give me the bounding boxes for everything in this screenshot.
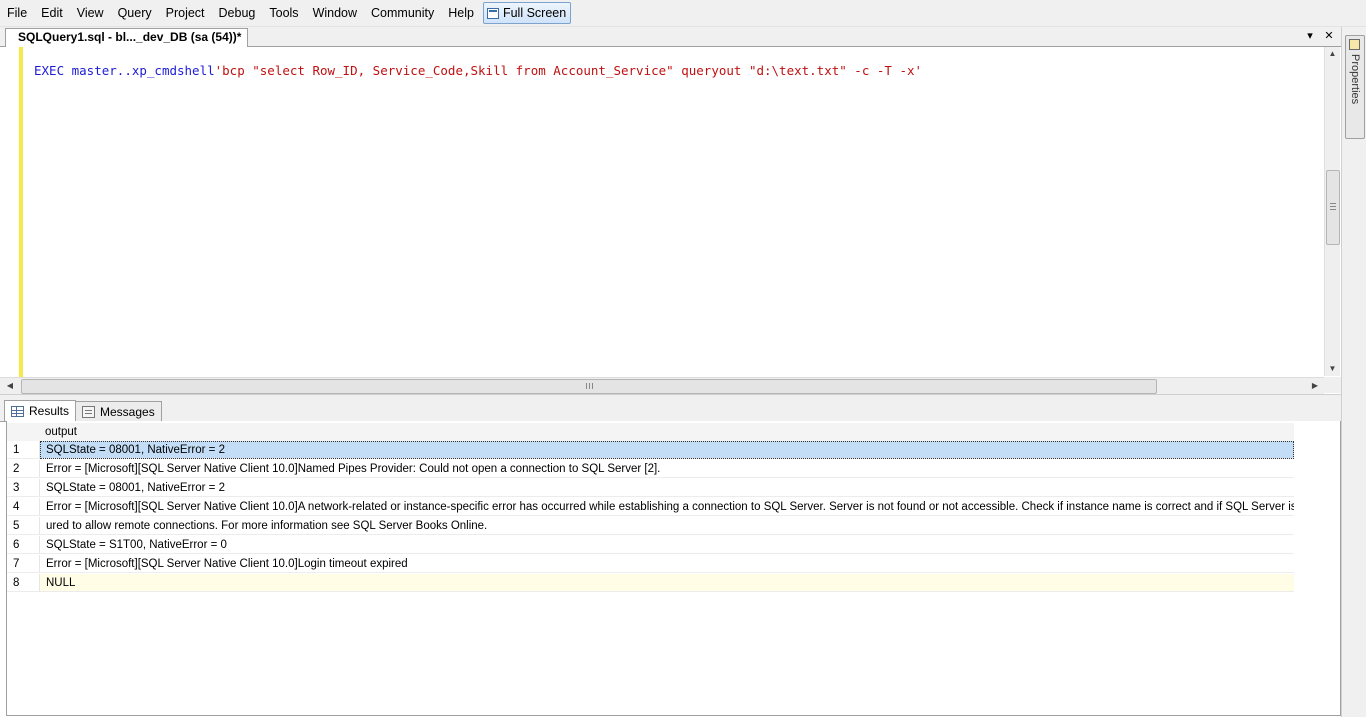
full-screen-button[interactable]: Full Screen — [482, 2, 572, 24]
menu-help[interactable]: Help — [441, 1, 481, 25]
table-row[interactable]: 3 SQLState = 08001, NativeError = 2 — [7, 479, 1294, 498]
output-cell[interactable]: SQLState = 08001, NativeError = 2 — [40, 479, 1294, 497]
grid-icon — [11, 405, 24, 417]
column-header-output[interactable]: output — [40, 423, 1294, 441]
tab-messages-label: Messages — [100, 404, 155, 419]
properties-icon — [1349, 39, 1360, 50]
row-number[interactable]: 7 — [7, 555, 40, 573]
code-object: master..xp_cmdshell — [64, 63, 215, 78]
output-cell[interactable]: Error = [Microsoft][SQL Server Native Cl… — [40, 460, 1294, 478]
table-row[interactable]: 7 Error = [Microsoft][SQL Server Native … — [7, 555, 1294, 574]
horizontal-scroll-thumb[interactable] — [21, 379, 1157, 394]
menu-window[interactable]: Window — [306, 1, 364, 25]
menu-edit[interactable]: Edit — [34, 1, 70, 25]
row-number[interactable]: 3 — [7, 479, 40, 497]
document-tab[interactable]: SQLQuery1.sql - bl..._dev_DB (sa (54))* — [5, 28, 249, 47]
chevron-down-icon[interactable]: ▾ — [1303, 28, 1317, 45]
row-number[interactable]: 6 — [7, 536, 40, 554]
change-tracking-bar — [19, 47, 23, 377]
properties-strip: Properties — [1341, 27, 1366, 717]
document-tab-strip: SQLQuery1.sql - bl..._dev_DB (sa (54))* … — [0, 27, 1341, 47]
scrollbar-corner — [1324, 377, 1341, 393]
output-cell[interactable]: NULL — [40, 574, 1294, 592]
table-row[interactable]: 4 Error = [Microsoft][SQL Server Native … — [7, 498, 1294, 517]
menu-tools[interactable]: Tools — [262, 1, 305, 25]
output-cell[interactable]: ured to allow remote connections. For mo… — [40, 517, 1294, 535]
tab-results-label: Results — [29, 404, 70, 418]
close-icon[interactable]: ✕ — [1322, 28, 1336, 45]
properties-tab[interactable]: Properties — [1345, 35, 1365, 139]
full-screen-label: Full Screen — [502, 6, 567, 20]
table-row[interactable]: 1 SQLState = 08001, NativeError = 2 — [7, 441, 1294, 460]
row-number[interactable]: 1 — [7, 441, 40, 459]
menu-bar: File Edit View Query Project Debug Tools… — [0, 0, 1366, 27]
menu-community[interactable]: Community — [364, 1, 441, 25]
output-cell[interactable]: Error = [Microsoft][SQL Server Native Cl… — [40, 498, 1294, 516]
table-row[interactable]: 8 NULL — [7, 574, 1294, 593]
code-keyword: EXEC — [34, 63, 65, 78]
grid-header: output — [7, 423, 1294, 441]
messages-icon — [82, 405, 95, 418]
properties-label: Properties — [1349, 54, 1361, 105]
query-editor[interactable]: EXEC master..xp_cmdshell'bcp "select Row… — [0, 47, 1341, 377]
scroll-down-icon[interactable]: ▼ — [1325, 362, 1340, 376]
table-row[interactable]: 5 ured to allow remote connections. For … — [7, 517, 1294, 536]
tab-messages[interactable]: Messages — [75, 401, 162, 421]
row-number[interactable]: 8 — [7, 574, 40, 592]
table-row[interactable]: 2 Error = [Microsoft][SQL Server Native … — [7, 460, 1294, 479]
output-cell[interactable]: SQLState = S1T00, NativeError = 0 — [40, 536, 1294, 554]
output-cell[interactable]: Error = [Microsoft][SQL Server Native Cl… — [40, 555, 1294, 573]
row-number[interactable]: 4 — [7, 498, 40, 516]
row-number[interactable]: 2 — [7, 460, 40, 478]
row-header-corner[interactable] — [7, 423, 41, 441]
full-screen-icon — [486, 7, 499, 19]
menu-query[interactable]: Query — [111, 1, 159, 25]
menu-debug[interactable]: Debug — [212, 1, 263, 25]
menu-view[interactable]: View — [70, 1, 111, 25]
output-cell[interactable]: SQLState = 08001, NativeError = 2 — [40, 441, 1294, 459]
row-number[interactable]: 5 — [7, 517, 40, 535]
scroll-up-icon[interactable]: ▲ — [1325, 47, 1340, 61]
editor-vertical-scrollbar[interactable]: ▲ ▼ — [1324, 47, 1340, 376]
code-string: 'bcp "select Row_ID, Service_Code,Skill … — [214, 63, 923, 78]
table-row[interactable]: 6 SQLState = S1T00, NativeError = 0 — [7, 536, 1294, 555]
results-tab-strip: Results Messages — [0, 399, 1341, 422]
code-line-1[interactable]: EXEC master..xp_cmdshell'bcp "select Row… — [34, 63, 922, 79]
document-tab-title: SQLQuery1.sql - bl..._dev_DB (sa (54))* — [18, 30, 242, 44]
editor-horizontal-scrollbar[interactable]: ◀ ▶ — [0, 377, 1324, 394]
tab-results[interactable]: Results — [4, 400, 77, 421]
editor-margin — [0, 47, 20, 377]
menu-file[interactable]: File — [0, 1, 34, 25]
scroll-right-icon[interactable]: ▶ — [1308, 378, 1322, 394]
menu-project[interactable]: Project — [159, 1, 212, 25]
results-grid[interactable]: output 1 SQLState = 08001, NativeError =… — [6, 421, 1341, 716]
vertical-scroll-thumb[interactable] — [1326, 170, 1340, 245]
scroll-left-icon[interactable]: ◀ — [3, 378, 17, 394]
